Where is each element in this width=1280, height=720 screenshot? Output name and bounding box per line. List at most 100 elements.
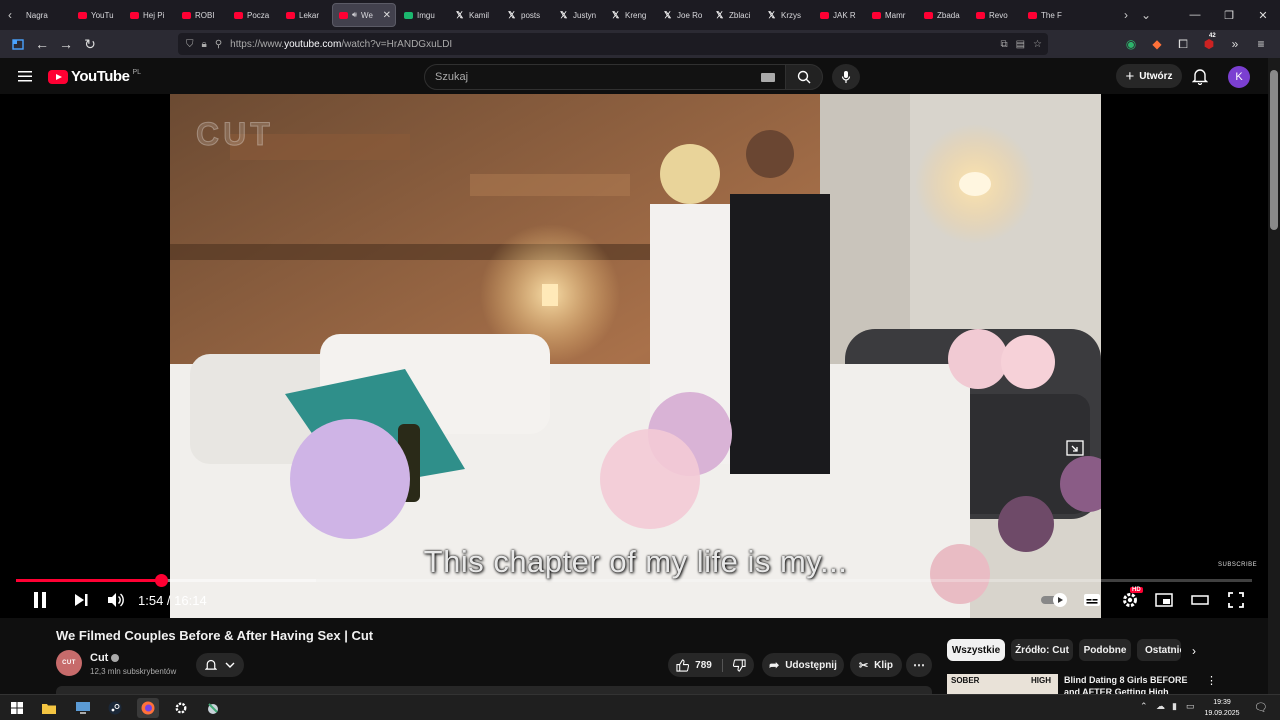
- firefox-icon[interactable]: [137, 698, 159, 718]
- tabs-scroll-right-icon[interactable]: ›: [1116, 0, 1136, 30]
- subscription-notifications-button[interactable]: [196, 653, 244, 677]
- tabs-scroll-left-icon[interactable]: ‹: [0, 0, 20, 30]
- forward-arrow-icon[interactable]: →: [54, 32, 78, 56]
- browser-tab[interactable]: 𝕏posts: [502, 3, 552, 27]
- browser-tab[interactable]: 𝕏 Justyn: [554, 3, 604, 27]
- steam-icon[interactable]: [104, 698, 126, 718]
- vpn-extension-icon[interactable]: ◉: [1122, 32, 1140, 56]
- settings-gear-icon[interactable]: [170, 698, 192, 718]
- miniplayer-expand-icon[interactable]: [1066, 440, 1084, 456]
- channel-name-link[interactable]: Cut: [90, 652, 120, 664]
- reader-view-icon[interactable]: ▤: [1016, 39, 1025, 50]
- overflow-chevron-icon[interactable]: »: [1226, 32, 1244, 56]
- share-button[interactable]: ➦ Udostępnij: [762, 653, 844, 677]
- settings-button[interactable]: HD: [1116, 587, 1144, 611]
- address-bar[interactable]: ⛉ 🔒︎ ⚲ https://www.youtube.com/watch?v=H…: [178, 33, 1048, 55]
- theater-mode-button[interactable]: [1188, 589, 1212, 611]
- browser-tab[interactable]: 🔊︎ We ✕: [332, 3, 396, 27]
- keyboard-icon[interactable]: [761, 73, 775, 82]
- system-clock[interactable]: 19:39 19.09.2025: [1200, 697, 1244, 719]
- progress-bar[interactable]: [16, 574, 1252, 587]
- tab-list-dropdown-icon[interactable]: ⌄: [1136, 0, 1156, 30]
- like-button[interactable]: 789: [676, 658, 723, 672]
- browser-tab[interactable]: Hej Pi: [124, 3, 174, 27]
- app-menu-icon[interactable]: ≡: [1252, 32, 1270, 56]
- search-input[interactable]: Szukaj: [424, 64, 786, 90]
- browser-tab[interactable]: 𝕏 Kamil: [450, 3, 500, 27]
- video-player[interactable]: CUT This chapter of my life is my... SUB…: [0, 94, 1268, 618]
- account-avatar[interactable]: K: [1228, 66, 1250, 88]
- recommendation-thumbnail[interactable]: SOBER HIGH: [947, 674, 1058, 694]
- fullscreen-button[interactable]: [1224, 589, 1248, 611]
- subscribe-watermark[interactable]: SUBSCRIBE: [1218, 562, 1257, 568]
- browser-tab[interactable]: Lekar: [280, 3, 330, 27]
- channel-avatar[interactable]: CUT: [56, 650, 82, 676]
- miniplayer-button[interactable]: [1152, 589, 1176, 611]
- browser-tab[interactable]: 𝕏 Kreng: [606, 3, 656, 27]
- video-frame[interactable]: CUT This chapter of my life is my...: [170, 94, 1101, 618]
- browser-tab[interactable]: Nagra: [20, 3, 70, 27]
- restore-icon[interactable]: ❐: [1212, 0, 1246, 30]
- close-window-icon[interactable]: ✕: [1246, 0, 1280, 30]
- picture-in-picture-icon[interactable]: ⧉: [1000, 39, 1007, 50]
- onedrive-cloud-icon[interactable]: ☁: [1156, 701, 1165, 712]
- recommendation-menu-icon[interactable]: ⋮: [1206, 674, 1217, 687]
- description-box[interactable]: [56, 686, 932, 694]
- permissions-icon[interactable]: ⚲: [215, 39, 222, 50]
- youtube-logo[interactable]: YouTube PL: [48, 68, 141, 85]
- browser-tab[interactable]: Zbada: [918, 3, 968, 27]
- close-tab-icon[interactable]: ✕: [383, 10, 391, 21]
- more-actions-button[interactable]: ⋯: [906, 653, 932, 677]
- browser-tab[interactable]: 𝕏 Krzys: [762, 3, 812, 27]
- control-panel-icon[interactable]: [72, 698, 94, 718]
- browser-tab[interactable]: Revo: [970, 3, 1020, 27]
- back-arrow-icon[interactable]: ←: [30, 32, 54, 56]
- notification-center-icon[interactable]: 🗨︎: [1254, 701, 1268, 714]
- browser-tab[interactable]: 𝕏 Joe Ro: [658, 3, 708, 27]
- chips-next-chevron-icon[interactable]: ›: [1192, 644, 1196, 658]
- chip-related[interactable]: Podobne: [1079, 639, 1131, 661]
- hamburger-menu-icon[interactable]: [14, 66, 36, 86]
- app-satellite-icon[interactable]: [202, 698, 224, 718]
- windows-start-icon[interactable]: [6, 698, 28, 718]
- tray-overflow-chevron-icon[interactable]: ⌃: [1140, 701, 1148, 712]
- clip-button[interactable]: ✂ Klip: [850, 653, 902, 677]
- progress-scrubber-handle[interactable]: [154, 574, 168, 587]
- search-button[interactable]: [785, 64, 823, 90]
- chip-from-channel[interactable]: Źródło: Cut: [1011, 639, 1073, 661]
- browser-tab[interactable]: Mamr: [866, 3, 916, 27]
- browser-tab[interactable]: JAK R: [814, 3, 864, 27]
- subtitles-button[interactable]: [1080, 589, 1104, 611]
- speaker-icon[interactable]: 🔊︎: [352, 10, 357, 20]
- dislike-button[interactable]: [729, 658, 746, 672]
- chip-recently[interactable]: Ostatnio: [1137, 639, 1181, 661]
- minimize-icon[interactable]: —: [1178, 0, 1212, 30]
- scrollbar-thumb[interactable]: [1270, 70, 1278, 230]
- pause-button[interactable]: [28, 589, 52, 611]
- bookmark-star-icon[interactable]: ☆: [1033, 39, 1042, 50]
- voice-search-button[interactable]: [832, 64, 860, 90]
- browser-tab[interactable]: 𝕏 Zblaci: [710, 3, 760, 27]
- autoplay-toggle[interactable]: [1040, 589, 1070, 611]
- tray-app-icon[interactable]: ▮: [1172, 701, 1177, 712]
- next-video-button[interactable]: [70, 589, 92, 611]
- file-explorer-icon[interactable]: [38, 698, 60, 718]
- network-icon[interactable]: ▭: [1186, 701, 1195, 712]
- extensions-puzzle-icon[interactable]: ⧠: [1174, 32, 1192, 56]
- lock-icon[interactable]: 🔒︎: [202, 39, 207, 50]
- browser-tab[interactable]: The F: [1022, 3, 1072, 27]
- fox-extension-icon[interactable]: ◆: [1148, 32, 1166, 56]
- ublock-icon[interactable]: ⬢ 42: [1200, 32, 1218, 56]
- volume-button[interactable]: [104, 589, 128, 611]
- browser-tab[interactable]: ROBI: [176, 3, 226, 27]
- browser-tab[interactable]: Pocza: [228, 3, 278, 27]
- sidebar-toggle-icon[interactable]: [6, 32, 30, 56]
- reload-icon[interactable]: ↻: [78, 32, 102, 56]
- page-scrollbar[interactable]: [1268, 58, 1280, 694]
- chip-all[interactable]: Wszystkie: [947, 639, 1005, 661]
- notifications-bell-icon[interactable]: [1192, 67, 1208, 85]
- browser-tab[interactable]: YouTu: [72, 3, 122, 27]
- create-button[interactable]: + Utwórz: [1116, 64, 1182, 88]
- browser-tab[interactable]: Imgu: [398, 3, 448, 27]
- shield-icon[interactable]: ⛉: [186, 39, 194, 50]
